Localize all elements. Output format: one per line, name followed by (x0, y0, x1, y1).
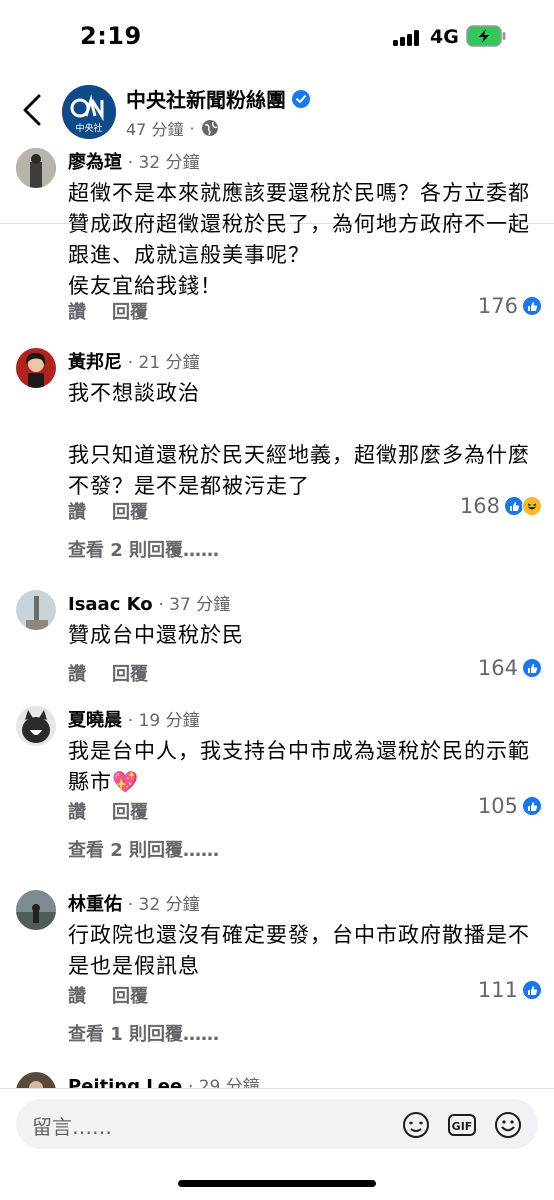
commenter-name[interactable]: 廖為瑄 (68, 152, 122, 173)
reaction-summary[interactable]: 176 (478, 294, 542, 318)
avatar[interactable] (16, 1072, 56, 1088)
reaction-summary[interactable]: 105 (478, 794, 542, 818)
page-name-text: 中央社新聞粉絲團 (126, 88, 286, 112)
status-bar: 2:19 4G (0, 0, 554, 76)
comment-item: 廖為瑄 · 32 分鐘 超徵不是本來就應該要還稅於民嗎？各方立委都贊成政府超徵還… (0, 148, 554, 328)
comment-header: 夏曉晨 · 19 分鐘 (68, 706, 200, 732)
avatar[interactable] (16, 890, 56, 930)
reply-button[interactable]: 回覆 (112, 498, 148, 524)
reaction-summary[interactable]: 164 (478, 656, 542, 680)
post-time: 47 分鐘 (126, 120, 184, 139)
emoji-button[interactable] (492, 1109, 524, 1141)
comment-time: · 21 分鐘 (127, 353, 200, 373)
comment-composer-bar: 留言…… GIF (0, 1088, 554, 1200)
haha-reaction-icon (522, 496, 542, 516)
commenter-name[interactable]: Isaac Ko (68, 594, 153, 615)
reaction-summary[interactable]: 168 (460, 494, 542, 518)
reaction-count: 164 (477, 656, 518, 680)
comment-item: 林重佑 · 32 分鐘 行政院也還沒有確定要發，台中市政府散播是不是也是假訊息 … (0, 890, 554, 1050)
comment-text: 贊成台中還稅於民 (68, 623, 244, 647)
battery-icon (466, 25, 506, 47)
comment-item: Peiting Lee · 29 分鐘 (0, 1072, 554, 1088)
comment-item: Isaac Ko · 37 分鐘 贊成台中還稅於民 讚 回覆 164 (0, 590, 554, 690)
commenter-name[interactable]: 黃邦尼 (68, 352, 122, 373)
comment-actions: 讚 回覆 (68, 298, 148, 324)
reaction-count: 105 (477, 794, 518, 818)
like-reaction-icon (522, 980, 542, 1000)
comment-list[interactable]: 廖為瑄 · 32 分鐘 超徵不是本來就應該要還稅於民嗎？各方立委都贊成政府超徵還… (0, 148, 554, 1088)
like-reaction-icon (522, 796, 542, 816)
svg-text:GIF: GIF (452, 1120, 473, 1133)
like-button[interactable]: 讚 (68, 660, 86, 686)
comment-time: · 37 分鐘 (158, 595, 231, 615)
comment-header: 廖為瑄 · 32 分鐘 (68, 148, 200, 174)
commenter-name[interactable]: Peiting Lee (68, 1076, 182, 1088)
commenter-name[interactable]: 夏曉晨 (68, 710, 122, 731)
comment-input-placeholder: 留言…… (32, 1115, 112, 1139)
comment-text: 我是台中人，我支持台中市成為還稅於民的示範縣市💖 (68, 739, 530, 794)
comment-actions: 讚 回覆 (68, 660, 148, 686)
comment-actions: 讚 回覆 (68, 498, 148, 524)
reaction-count: 111 (477, 978, 518, 1002)
reaction-count: 168 (459, 494, 500, 518)
avatar[interactable] (16, 706, 56, 746)
comment-header: Peiting Lee · 29 分鐘 (68, 1072, 260, 1088)
signal-icon (393, 30, 423, 46)
comment-text: 行政院也還沒有確定要發，台中市政府散播是不是也是假訊息 (68, 923, 530, 978)
reply-button[interactable]: 回覆 (112, 660, 148, 686)
meta-separator: · (189, 118, 195, 138)
comment-time: · 32 分鐘 (127, 153, 200, 173)
status-time: 2:19 (80, 22, 142, 50)
comment-text: 超徵不是本來就應該要還稅於民嗎？各方立委都贊成政府超徵還稅於民了，為何地方政府不… (68, 181, 530, 298)
like-button[interactable]: 讚 (68, 498, 86, 524)
reply-button[interactable]: 回覆 (112, 298, 148, 324)
comment-text: 我不想談政治 我只知道還稅於民天經地義，超徵那麼多為什麼不發？是不是都被污走了 (68, 381, 530, 498)
comment-actions: 讚 回覆 (68, 982, 148, 1008)
avatar[interactable] (16, 348, 56, 388)
comment-header: Isaac Ko · 37 分鐘 (68, 590, 230, 615)
view-replies-link[interactable]: 查看 1 則回覆…… (68, 1020, 219, 1046)
reply-button[interactable]: 回覆 (112, 798, 148, 824)
home-indicator (178, 1180, 376, 1187)
comment-header: 黃邦尼 · 21 分鐘 (68, 348, 200, 374)
gif-button[interactable]: GIF (446, 1109, 478, 1141)
cna-logo-icon: 中央社 (62, 85, 116, 139)
comment-time: · 29 分鐘 (187, 1077, 260, 1088)
comment-input[interactable]: 留言…… GIF (16, 1099, 538, 1149)
post-meta: 47 分鐘 · (126, 116, 219, 140)
like-reaction-icon (504, 496, 524, 516)
reply-button[interactable]: 回覆 (112, 982, 148, 1008)
reaction-summary[interactable]: 111 (478, 978, 542, 1002)
like-reaction-icon (522, 658, 542, 678)
comment-actions: 讚 回覆 (68, 798, 148, 824)
view-replies-link[interactable]: 查看 2 則回覆…… (68, 536, 219, 562)
network-label: 4G (430, 26, 459, 48)
avatar[interactable] (16, 148, 56, 188)
gif-icon: GIF (448, 1114, 476, 1136)
back-arrow-icon (23, 94, 41, 126)
comment-time: · 19 分鐘 (127, 711, 200, 731)
comment-time: · 32 分鐘 (127, 895, 200, 915)
emoji-icon (495, 1112, 521, 1138)
svg-text:中央社: 中央社 (75, 122, 102, 134)
comment-header: 林重佑 · 32 分鐘 (68, 890, 200, 916)
globe-icon (201, 120, 218, 136)
avatar[interactable] (16, 590, 56, 630)
commenter-name[interactable]: 林重佑 (68, 894, 122, 915)
comment-item: 黃邦尼 · 21 分鐘 我不想談政治 我只知道還稅於民天經地義，超徵那麼多為什麼… (0, 348, 554, 568)
post-header: 中央社 中央社新聞粉絲團 47 分鐘 · (0, 76, 554, 224)
page-name[interactable]: 中央社新聞粉絲團 (126, 84, 310, 113)
view-replies-link[interactable]: 查看 2 則回覆…… (68, 836, 219, 862)
verified-badge-icon (292, 89, 310, 108)
like-reaction-icon (522, 296, 542, 316)
back-button[interactable] (14, 90, 50, 130)
avatar-sticker-icon (403, 1112, 429, 1138)
like-button[interactable]: 讚 (68, 298, 86, 324)
avatar-sticker-button[interactable] (400, 1109, 432, 1141)
like-button[interactable]: 讚 (68, 982, 86, 1008)
page-avatar[interactable]: 中央社 (62, 85, 116, 139)
like-button[interactable]: 讚 (68, 798, 86, 824)
comment-item: 夏曉晨 · 19 分鐘 我是台中人，我支持台中市成為還稅於民的示範縣市💖 讚 回… (0, 706, 554, 866)
reaction-count: 176 (477, 294, 518, 318)
